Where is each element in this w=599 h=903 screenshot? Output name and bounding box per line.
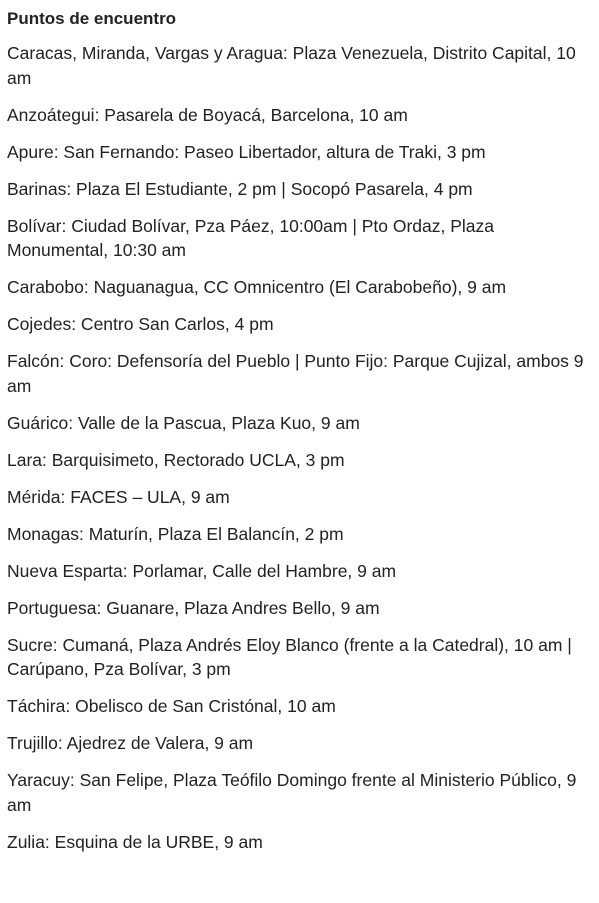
meeting-point-falcon: Falcón: Coro: Defensoría del Pueblo | Pu…: [7, 351, 584, 396]
meeting-point-carabobo: Carabobo: Naguanagua, CC Omnicentro (El …: [7, 277, 507, 297]
meeting-point-nueva-esparta: Nueva Esparta: Porlamar, Calle del Hambr…: [7, 560, 397, 581]
meeting-point-zulia: Zulia: Esquina de la URBE, 9 am: [7, 831, 263, 852]
meeting-point-apure: Apure: San Fernando: Paseo Libertador, a…: [7, 141, 486, 162]
document-page: Puntos de encuentro Caracas, Miranda, Va…: [0, 0, 599, 903]
meeting-point-yaracuy: Yaracuy: San Felipe, Plaza Teófilo Domin…: [7, 770, 577, 815]
meeting-point-trujillo: Trujillo: Ajedrez de Valera, 9 am: [7, 733, 254, 753]
meeting-point-merida: Mérida: FACES – ULA, 9 am: [7, 486, 230, 507]
meeting-point-monagas: Monagas: Maturín, Plaza El Balancín, 2 p…: [7, 523, 344, 544]
meeting-point-portuguesa: Portuguesa: Guanare, Plaza Andres Bello,…: [7, 597, 380, 618]
meeting-point-anzoategui: Anzoátegui: Pasarela de Boyacá, Barcelon…: [7, 104, 408, 125]
meeting-point-bolivar: Bolívar: Ciudad Bolívar, Pza Páez, 10:00…: [7, 215, 495, 261]
meeting-point-sucre: Sucre: Cumaná, Plaza Andrés Eloy Blanco …: [7, 634, 572, 680]
page-title: Puntos de encuentro: [7, 9, 177, 28]
meeting-point-guarico: Guárico: Valle de la Pascua, Plaza Kuo, …: [7, 412, 360, 433]
meeting-point-caracas: Caracas, Miranda, Vargas y Aragua: Plaza…: [7, 43, 576, 88]
meeting-point-lara: Lara: Barquisimeto, Rectorado UCLA, 3 pm: [7, 449, 345, 470]
meeting-point-barinas: Barinas: Plaza El Estudiante, 2 pm | Soc…: [7, 178, 473, 199]
meeting-points-list: Caracas, Miranda, Vargas y Aragua: Plaza…: [7, 41, 591, 854]
meeting-point-cojedes: Cojedes: Centro San Carlos, 4 pm: [7, 314, 274, 334]
meeting-point-tachira: Táchira: Obelisco de San Cristónal, 10 a…: [7, 696, 336, 716]
